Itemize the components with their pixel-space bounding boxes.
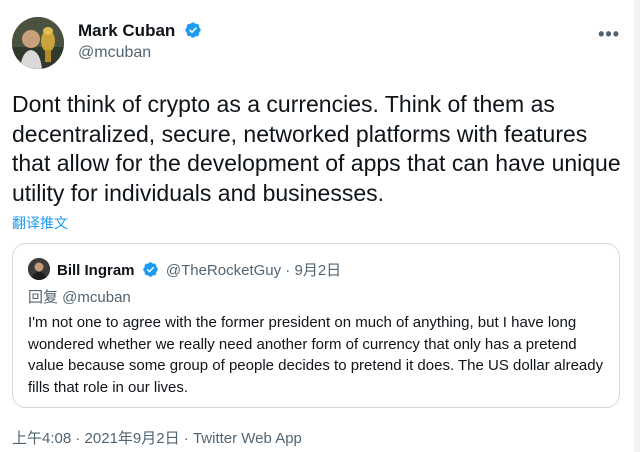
tweet-source[interactable]: Twitter Web App — [193, 430, 302, 447]
more-options-icon[interactable]: ••• — [598, 24, 620, 45]
author-handle[interactable]: @mcuban — [78, 44, 151, 62]
tweet-time[interactable]: 上午4:08 — [12, 430, 71, 447]
tweet-card: Mark Cuban @mcuban ••• Dont think of cry… — [0, 0, 640, 452]
quoted-reply-to: 回复 @mcuban — [28, 289, 131, 306]
avatar-image — [12, 17, 64, 69]
quoted-verified-badge-icon — [142, 262, 158, 277]
footer-separator-2: · — [179, 430, 193, 447]
author-avatar[interactable] — [12, 17, 64, 69]
tweet-date[interactable]: 2021年9月2日 — [85, 430, 180, 447]
quoted-tweet-text: I'm not one to agree with the former pre… — [28, 314, 604, 396]
quoted-date[interactable]: 9月2日 — [294, 262, 341, 279]
footer-separator-1: · — [71, 430, 85, 447]
quoted-author-name[interactable]: Bill Ingram — [57, 262, 135, 279]
quoted-tweet[interactable]: Bill Ingram @TheRocketGuy · 9月2日 回复 @mcu… — [12, 243, 620, 408]
translate-tweet-link[interactable]: 翻译推文 — [12, 213, 68, 233]
tweet-footer: 上午4:08 · 2021年9月2日 · Twitter Web App — [12, 427, 302, 448]
quoted-author-avatar[interactable] — [28, 258, 50, 280]
scrollbar[interactable] — [634, 0, 640, 452]
quoted-separator: · — [281, 262, 295, 279]
tweet-text: Dont think of crypto as a currencies. Th… — [12, 91, 621, 206]
verified-badge-icon — [185, 22, 201, 38]
quoted-author-handle[interactable]: @TheRocketGuy — [166, 262, 281, 279]
author-name[interactable]: Mark Cuban — [78, 21, 175, 40]
quoted-avatar-image — [28, 258, 50, 280]
quoted-header: Bill Ingram @TheRocketGuy · 9月2日 — [57, 259, 341, 280]
author-name-row[interactable]: Mark Cuban — [78, 21, 202, 41]
